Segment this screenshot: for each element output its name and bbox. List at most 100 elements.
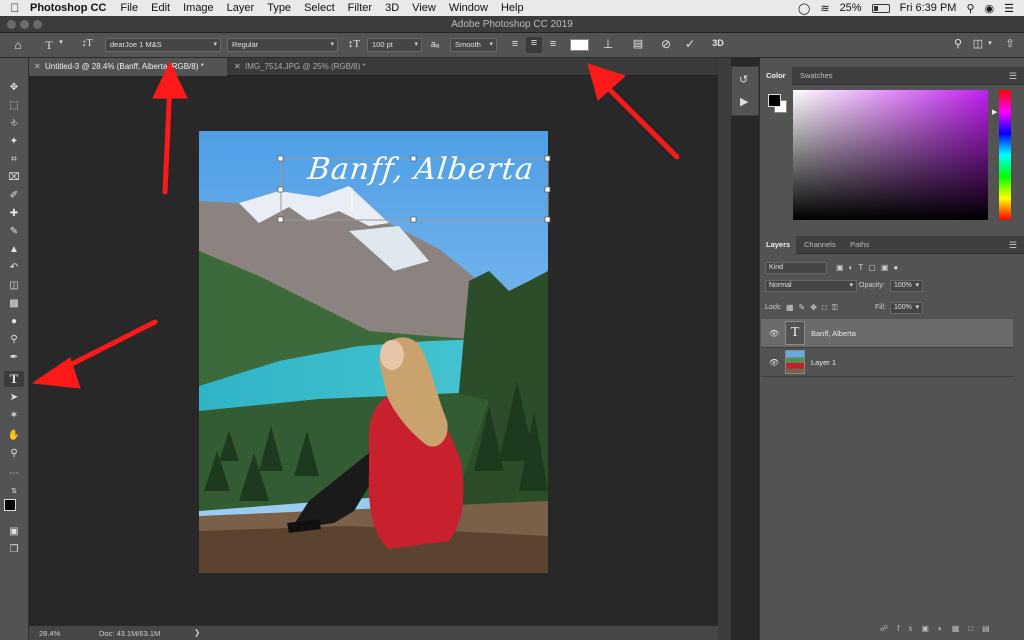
eraser-tool-icon[interactable]: ◫ [4, 278, 24, 294]
workspace-icon[interactable]: ◫ [970, 37, 986, 50]
more-tools-icon[interactable]: ⋯ [4, 466, 24, 482]
color-picker-field[interactable] [793, 90, 988, 220]
creative-cloud-icon[interactable]: ◯ [798, 2, 810, 15]
layer-name[interactable]: Banff, Alberta [811, 329, 856, 338]
text-color-swatch[interactable] [570, 39, 589, 51]
hue-slider-handle[interactable]: ▶ [992, 108, 997, 116]
align-left-icon[interactable]: ≡ [508, 38, 522, 50]
menu-image[interactable]: Image [183, 2, 214, 14]
foreground-color-swatch[interactable] [4, 499, 16, 511]
antialias-select[interactable]: Smooth ▾ [450, 38, 497, 52]
minimize-window-button[interactable] [20, 20, 29, 29]
menu-3d[interactable]: 3D [385, 2, 399, 14]
panel-menu-icon[interactable]: ☰ [1009, 240, 1017, 251]
screen-mode-icon[interactable]: ❐ [4, 542, 24, 558]
layer-row[interactable]: 👁 Layer 1 [761, 348, 1013, 377]
crop-tool-icon[interactable]: ⌗ [4, 152, 24, 168]
clone-stamp-tool-icon[interactable]: ▲ [4, 242, 24, 258]
commit-checkmark-icon[interactable]: ✓ [682, 37, 698, 51]
warp-text-icon[interactable]: ⊥ [600, 37, 616, 51]
document-tab-active[interactable]: ✕ Untitled-3 @ 28.4% (Banff, Alberta, RG… [29, 58, 227, 76]
tab-channels[interactable]: Channels [798, 236, 842, 254]
blur-tool-icon[interactable]: ● [4, 314, 24, 330]
healing-brush-tool-icon[interactable]: ✚ [4, 206, 24, 222]
cancel-icon[interactable]: ⊘ [658, 37, 674, 51]
font-family-select[interactable]: dearJoe 1 M&S ▾ [105, 38, 221, 52]
history-brush-tool-icon[interactable]: ↶ [4, 260, 24, 276]
app-menu[interactable]: Photoshop CC [30, 2, 106, 14]
dodge-tool-icon[interactable]: ⚲ [4, 332, 24, 348]
close-icon[interactable]: ✕ [34, 58, 41, 76]
layer-row-selected[interactable]: 👁 T Banff, Alberta [761, 319, 1013, 348]
lock-icons[interactable]: ▦✎✥□⚿ [786, 303, 843, 313]
font-style-select[interactable]: Regular ▾ [227, 38, 338, 52]
zoom-window-button[interactable] [33, 20, 42, 29]
zoom-level[interactable]: 28.4% [39, 629, 60, 638]
close-window-button[interactable] [7, 20, 16, 29]
align-right-icon[interactable]: ≡ [546, 38, 560, 50]
menu-window[interactable]: Window [449, 2, 488, 14]
marquee-tool-icon[interactable]: ⬚ [4, 98, 24, 114]
lasso-tool-icon[interactable]: ⎀ [4, 116, 24, 132]
blend-mode-select[interactable]: Normal ▾ [765, 280, 857, 292]
3d-button[interactable]: 3D [708, 38, 728, 48]
chevron-down-icon[interactable]: ▾ [986, 39, 994, 47]
close-icon[interactable]: ✕ [234, 58, 241, 76]
notification-center-icon[interactable]: ☰ [1004, 2, 1014, 15]
tab-swatches[interactable]: Swatches [794, 67, 839, 85]
swap-colors-icon[interactable]: ⇅ [4, 484, 24, 500]
toggle-text-orientation-icon[interactable]: ↕T [80, 38, 94, 49]
spotlight-icon[interactable]: ⚲ [966, 2, 974, 15]
move-tool-icon[interactable]: ✥ [4, 80, 24, 96]
menu-file[interactable]: File [120, 2, 138, 14]
panel-menu-icon[interactable]: ☰ [1009, 71, 1017, 82]
path-selection-tool-icon[interactable]: ➤ [4, 390, 24, 406]
hand-tool-icon[interactable]: ✋ [4, 428, 24, 444]
layer-name[interactable]: Layer 1 [811, 358, 836, 367]
menu-select[interactable]: Select [304, 2, 335, 14]
wifi-icon[interactable]: ≋ [820, 2, 829, 15]
share-icon[interactable]: ⇧ [1002, 37, 1018, 50]
align-center-icon[interactable]: ≡ [526, 37, 542, 53]
status-menu-icon[interactable]: ❯ [194, 628, 200, 637]
quick-mask-icon[interactable]: ▣ [4, 524, 24, 540]
apple-icon[interactable]:  [0, 1, 30, 15]
zoom-tool-icon[interactable]: ⚲ [4, 446, 24, 462]
font-size-select[interactable]: 100 pt ▾ [367, 38, 422, 52]
layers-panel-footer-icons[interactable]: ☍fx▣◐▦□▤ [880, 624, 999, 633]
menu-help[interactable]: Help [501, 2, 524, 14]
layer-filter-kind[interactable]: Kind [765, 262, 827, 274]
character-panel-icon[interactable]: ▤ [630, 37, 646, 50]
menu-layer[interactable]: Layer [227, 2, 255, 14]
battery-icon[interactable] [871, 3, 890, 13]
menu-edit[interactable]: Edit [151, 2, 170, 14]
color-panel-foreground-swatch[interactable] [768, 94, 781, 107]
brush-tool-icon[interactable]: ✎ [4, 224, 24, 240]
search-icon[interactable]: ⚲ [950, 37, 966, 50]
chevron-down-icon[interactable]: ▾ [57, 38, 65, 46]
type-tool-icon[interactable]: T [4, 371, 24, 387]
type-tool-preset-icon[interactable]: T [42, 38, 56, 53]
history-panel-icon[interactable]: ↺ [739, 73, 748, 86]
tab-color[interactable]: Color [760, 67, 792, 85]
hue-slider[interactable] [999, 90, 1011, 220]
tab-paths[interactable]: Paths [844, 236, 875, 254]
layer-filter-icons[interactable]: ▣◐T▢▣● [836, 263, 903, 272]
clock[interactable]: Fri 6:39 PM [900, 2, 957, 14]
eyedropper-tool-icon[interactable]: ✐ [4, 188, 24, 204]
home-icon[interactable]: ⌂ [10, 38, 26, 52]
visibility-eye-icon[interactable]: 👁 [769, 329, 779, 338]
fill-input[interactable]: 100% ▾ [890, 302, 923, 314]
quick-selection-tool-icon[interactable]: ✦ [4, 134, 24, 150]
menu-type[interactable]: Type [267, 2, 291, 14]
document-tab[interactable]: ✕ IMG_7514.JPG @ 25% (RGB/8) * [229, 58, 389, 76]
canvas-text-layer[interactable]: Banff, Alberta [306, 152, 536, 187]
visibility-eye-icon[interactable]: 👁 [769, 358, 779, 367]
tab-layers[interactable]: Layers [760, 236, 797, 254]
siri-icon[interactable]: ◉ [985, 2, 995, 15]
paint-bucket-tool-icon[interactable]: ▩ [4, 296, 24, 312]
menu-view[interactable]: View [412, 2, 436, 14]
custom-shape-tool-icon[interactable]: ✶ [4, 408, 24, 424]
frame-tool-icon[interactable]: ⌧ [4, 170, 24, 186]
menu-filter[interactable]: Filter [348, 2, 372, 14]
